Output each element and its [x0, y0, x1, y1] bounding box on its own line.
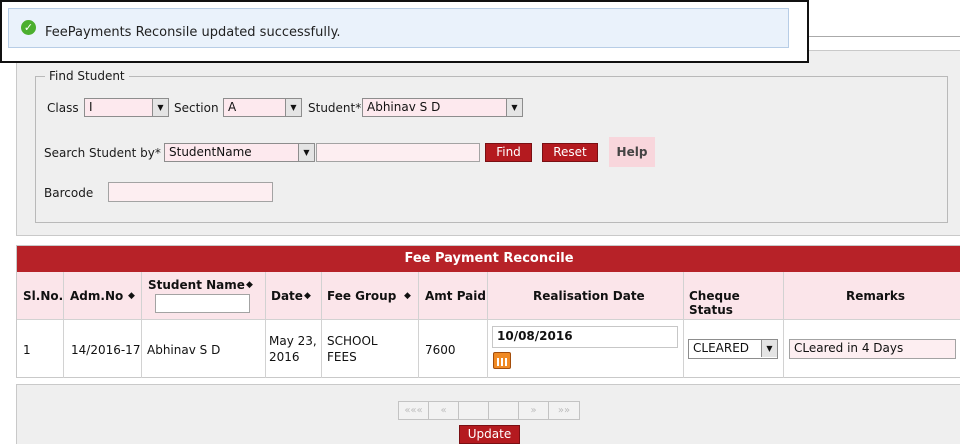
table-row-cell-student-name: Abhinav S D	[142, 320, 266, 378]
table-row-cell-slno: 1	[17, 320, 64, 378]
table-row-cell-cheque-status: CLEARED ▼	[684, 320, 784, 378]
header-remarks: Remarks	[784, 272, 960, 320]
chevron-down-icon: ▼	[506, 99, 522, 116]
header-amt-paid: Amt Paid	[419, 272, 488, 320]
check-circle-icon: ✓	[21, 20, 36, 35]
header-divider	[809, 36, 960, 37]
table-row-cell-date: May 23, 2016	[266, 320, 322, 378]
reset-button[interactable]: Reset	[542, 143, 598, 162]
page-number-slot[interactable]	[489, 402, 519, 419]
barcode-label: Barcode	[44, 186, 94, 200]
section-select[interactable]: A ▼	[223, 98, 302, 117]
table-row-cell-fee-group: SCHOOL FEES	[322, 320, 419, 378]
search-input[interactable]	[316, 143, 480, 162]
find-button[interactable]: Find	[485, 143, 532, 162]
sort-icon[interactable]: ◆	[246, 280, 253, 290]
first-page-button[interactable]: «««	[399, 402, 429, 419]
table-title: Fee Payment Reconcile	[17, 246, 960, 272]
table-row-cell-realisation-date: 10/08/2016	[488, 320, 684, 378]
header-fee-group[interactable]: Fee Group ◆	[322, 272, 419, 320]
realisation-date-input[interactable]: 10/08/2016	[492, 326, 678, 348]
find-student-legend: Find Student	[45, 69, 129, 83]
student-label: Student*	[308, 101, 362, 115]
last-page-button[interactable]: »»	[549, 402, 579, 419]
chevron-down-icon: ▼	[152, 99, 168, 116]
calendar-icon[interactable]	[493, 352, 511, 369]
chevron-down-icon: ▼	[285, 99, 301, 116]
success-notice: ✓ FeePayments Reconsile updated successf…	[0, 0, 809, 63]
help-link[interactable]: Help	[609, 137, 655, 167]
search-by-select[interactable]: StudentName ▼	[164, 143, 315, 162]
header-slno: Sl.No.	[17, 272, 64, 320]
chevron-down-icon: ▼	[761, 340, 777, 357]
search-by-label: Search Student by*	[44, 146, 161, 160]
pagination: ««« « » »»	[398, 401, 580, 420]
table-row-cell-admno: 14/2016-17	[64, 320, 142, 378]
cheque-status-value: CLEARED	[693, 341, 750, 355]
header-student-name[interactable]: Student Name ◆	[142, 272, 266, 320]
table-row-cell-remarks: CLeared in 4 Days	[784, 320, 960, 378]
student-name-filter-input[interactable]	[155, 294, 250, 313]
update-button[interactable]: Update	[459, 425, 520, 444]
next-page-button[interactable]: »	[519, 402, 549, 419]
search-by-select-value: StudentName	[169, 145, 252, 159]
student-select[interactable]: Abhinav S D ▼	[362, 98, 523, 117]
sort-icon[interactable]: ◆	[404, 291, 411, 301]
notice-message: FeePayments Reconsile updated successful…	[45, 25, 341, 40]
sort-icon[interactable]: ◆	[128, 291, 135, 301]
header-cheque-status: Cheque Status	[684, 272, 784, 320]
section-label: Section	[174, 101, 219, 115]
header-realisation-date: Realisation Date	[488, 272, 684, 320]
class-label: Class	[47, 101, 79, 115]
section-select-value: A	[228, 100, 237, 114]
class-select[interactable]: I ▼	[84, 98, 169, 117]
remarks-input[interactable]: CLeared in 4 Days	[789, 339, 956, 359]
notice-box: ✓ FeePayments Reconsile updated successf…	[8, 8, 789, 48]
cheque-status-select[interactable]: CLEARED ▼	[688, 339, 778, 359]
page-number-slot[interactable]	[459, 402, 489, 419]
barcode-input[interactable]	[108, 182, 273, 202]
student-select-value: Abhinav S D	[367, 100, 441, 114]
header-admno[interactable]: Adm.No ◆	[64, 272, 142, 320]
prev-page-button[interactable]: «	[429, 402, 459, 419]
sort-icon[interactable]: ◆	[304, 291, 311, 301]
class-select-value: I	[89, 100, 93, 114]
table-row-cell-amt-paid: 7600	[419, 320, 488, 378]
fee-payment-table: Fee Payment Reconcile Sl.No. Adm.No ◆ St…	[16, 245, 960, 378]
header-date[interactable]: Date ◆	[266, 272, 322, 320]
chevron-down-icon: ▼	[298, 144, 314, 161]
